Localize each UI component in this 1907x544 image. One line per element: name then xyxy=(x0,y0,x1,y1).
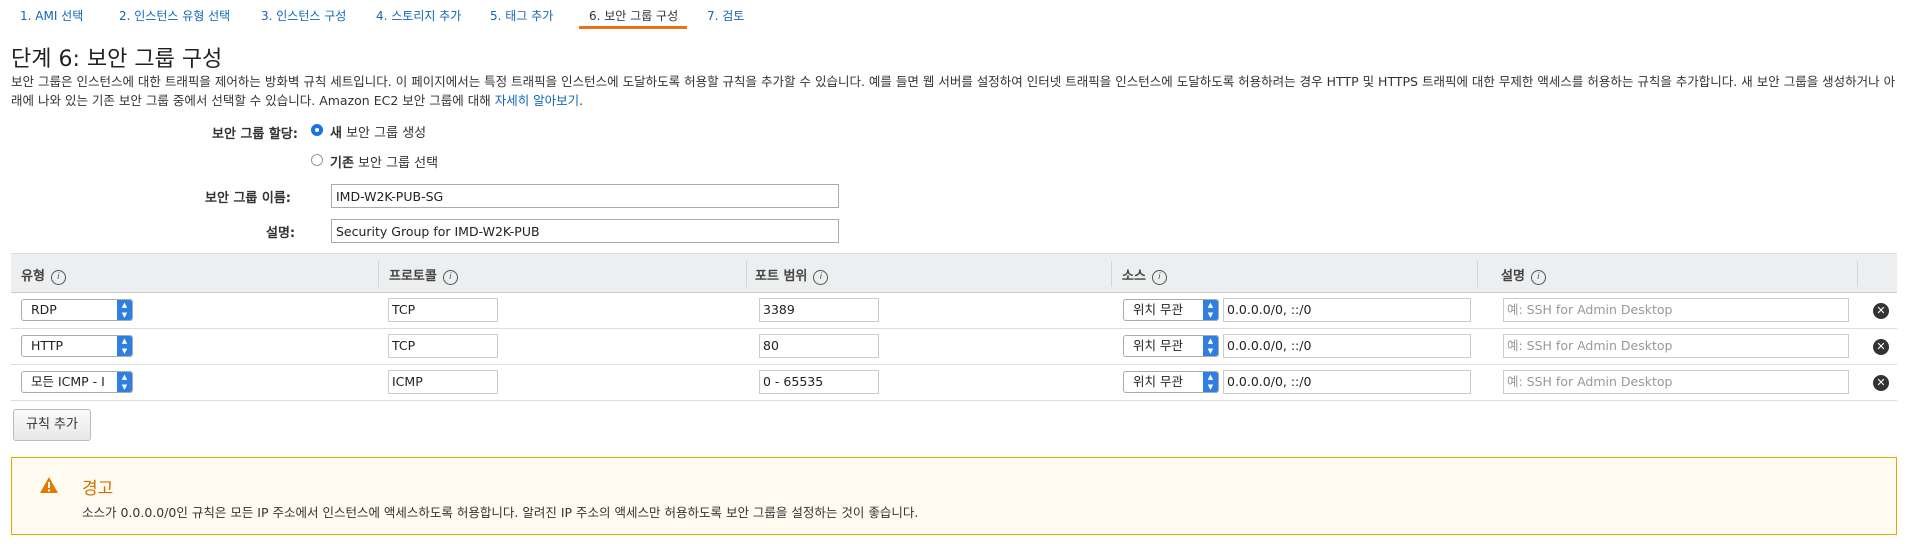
group-name-input[interactable] xyxy=(331,184,839,208)
info-icon[interactable]: i xyxy=(442,270,458,285)
rule-description-input[interactable]: 예: SSH for Admin Desktop xyxy=(1503,334,1849,358)
type-value: 모든 ICMP - I xyxy=(31,374,105,389)
wizard-steps: 1. AMI 선택 2. 인스턴스 유형 선택 3. 인스턴스 구성 4. 스토… xyxy=(0,0,1907,29)
radio-existing-rest: 보안 그룹 선택 xyxy=(353,156,439,171)
radio-new-label: 새 보안 그룹 생성 xyxy=(330,122,426,141)
header-divider xyxy=(1857,261,1858,287)
step-ami[interactable]: 1. AMI 선택 xyxy=(20,7,83,24)
radio-new-rest: 보안 그룹 생성 xyxy=(341,126,427,141)
remove-icon[interactable]: ✕ xyxy=(1873,375,1889,391)
select-arrows-icon: ▲ ▼ xyxy=(117,300,132,320)
rule-description-input[interactable]: 예: SSH for Admin Desktop xyxy=(1503,298,1849,322)
group-name-label: 보안 그룹 이름: xyxy=(205,191,292,206)
radio-existing-label: 기존 보안 그룹 선택 xyxy=(330,152,438,171)
radio-existing-bold: 기존 xyxy=(330,156,354,171)
port-range-input[interactable]: 80 xyxy=(759,334,879,358)
info-icon[interactable]: i xyxy=(1530,270,1546,285)
remove-icon[interactable]: ✕ xyxy=(1873,339,1889,355)
remove-icon[interactable]: ✕ xyxy=(1873,303,1889,319)
header-type-label: 유형 xyxy=(21,269,45,284)
header-protocol: 프로토콜 i xyxy=(389,265,458,285)
rules-table-header: 유형 i 프로토콜 i 포트 범위 i 소스 i 설명 i xyxy=(11,253,1897,293)
step-security-group[interactable]: 6. 보안 그룹 구성 xyxy=(589,7,678,24)
source-cidr-input[interactable]: 0.0.0.0/0, ::/0 xyxy=(1223,370,1471,394)
group-desc-input[interactable] xyxy=(331,219,839,243)
source-select[interactable]: 위치 무관 ▲ ▼ xyxy=(1123,299,1219,321)
step-add-tags[interactable]: 5. 태그 추가 xyxy=(490,7,553,24)
header-protocol-label: 프로토콜 xyxy=(389,269,437,284)
radio-new-group[interactable] xyxy=(311,124,323,136)
info-icon[interactable]: i xyxy=(813,270,829,285)
type-select[interactable]: HTTP ▲ ▼ xyxy=(21,335,133,357)
table-row: 모든 ICMP - I ▲ ▼ ICMP 0 - 65535 위치 무관 ▲ ▼ 0.0… xyxy=(11,364,1897,401)
header-source-label: 소스 xyxy=(1122,269,1146,284)
header-divider xyxy=(378,261,379,287)
type-value: HTTP xyxy=(31,338,63,353)
header-port-label: 포트 범위 xyxy=(755,269,808,284)
source-cidr-input[interactable]: 0.0.0.0/0, ::/0 xyxy=(1223,298,1471,322)
warning-title: 경고 xyxy=(82,479,114,499)
protocol-field[interactable]: TCP xyxy=(388,334,498,358)
source-select[interactable]: 위치 무관 ▲ ▼ xyxy=(1123,335,1219,357)
table-row: HTTP ▲ ▼ TCP 80 위치 무관 ▲ ▼ 0.0.0.0/0, ::/0 예:… xyxy=(11,328,1897,365)
step-review[interactable]: 7. 검토 xyxy=(707,7,744,24)
header-type: 유형 i xyxy=(21,265,66,285)
page-title: 단계 6: 보안 그룹 구성 xyxy=(11,47,223,72)
protocol-field[interactable]: ICMP xyxy=(388,370,498,394)
type-select[interactable]: 모든 ICMP - I ▲ ▼ xyxy=(21,371,133,393)
radio-new-bold: 새 xyxy=(330,126,342,141)
rule-description-input[interactable]: 예: SSH for Admin Desktop xyxy=(1503,370,1849,394)
warning-text: 소스가 0.0.0.0/0인 규칙은 모든 IP 주소에서 인스턴스에 액세스하… xyxy=(82,505,919,520)
info-icon[interactable]: i xyxy=(1151,270,1167,285)
source-type-value: 위치 무관 xyxy=(1133,338,1183,353)
port-range-input[interactable]: 3389 xyxy=(759,298,879,322)
group-desc-label: 설명: xyxy=(266,226,296,241)
description-period: . xyxy=(579,93,584,108)
select-arrows-icon: ▲ ▼ xyxy=(117,372,132,392)
description-text: 보안 그룹은 인스턴스에 대한 트래픽을 제어하는 방화벽 규칙 세트입니다. … xyxy=(11,74,1896,108)
assign-label: 보안 그룹 할당: xyxy=(212,127,299,142)
header-description: 설명 i xyxy=(1501,265,1546,285)
header-port-range: 포트 범위 i xyxy=(755,265,829,285)
info-icon[interactable]: i xyxy=(50,270,66,285)
select-arrows-icon: ▲ ▼ xyxy=(117,336,132,356)
step-configure-instance[interactable]: 3. 인스턴스 구성 xyxy=(261,7,346,24)
header-desc-label: 설명 xyxy=(1501,269,1525,284)
warning-triangle-icon xyxy=(40,477,58,493)
page-description: 보안 그룹은 인스턴스에 대한 트래픽을 제어하는 방화벽 규칙 세트입니다. … xyxy=(11,72,1906,110)
table-row: RDP ▲ ▼ TCP 3389 위치 무관 ▲ ▼ 0.0.0.0/0, ::/0 예… xyxy=(11,292,1897,329)
source-type-value: 위치 무관 xyxy=(1133,374,1183,389)
add-rule-button[interactable]: 규칙 추가 xyxy=(13,409,91,441)
header-divider xyxy=(1111,261,1112,287)
type-value: RDP xyxy=(31,302,57,317)
header-divider xyxy=(1477,261,1478,287)
source-type-value: 위치 무관 xyxy=(1133,302,1183,317)
port-range-input[interactable]: 0 - 65535 xyxy=(759,370,879,394)
step-add-storage[interactable]: 4. 스토리지 추가 xyxy=(376,7,461,24)
header-divider xyxy=(746,261,747,287)
type-select[interactable]: RDP ▲ ▼ xyxy=(21,299,133,321)
source-cidr-input[interactable]: 0.0.0.0/0, ::/0 xyxy=(1223,334,1471,358)
learn-more-link[interactable]: 자세히 알아보기 xyxy=(495,93,579,108)
source-select[interactable]: 위치 무관 ▲ ▼ xyxy=(1123,371,1219,393)
header-source: 소스 i xyxy=(1122,265,1167,285)
protocol-field[interactable]: TCP xyxy=(388,298,498,322)
select-arrows-icon: ▲ ▼ xyxy=(1203,336,1218,356)
select-arrows-icon: ▲ ▼ xyxy=(1203,372,1218,392)
select-arrows-icon: ▲ ▼ xyxy=(1203,300,1218,320)
radio-existing-group[interactable] xyxy=(311,154,323,166)
warning-box: 경고 소스가 0.0.0.0/0인 규칙은 모든 IP 주소에서 인스턴스에 액… xyxy=(11,457,1897,535)
active-step-indicator xyxy=(579,26,687,29)
step-instance-type[interactable]: 2. 인스턴스 유형 선택 xyxy=(119,7,230,24)
